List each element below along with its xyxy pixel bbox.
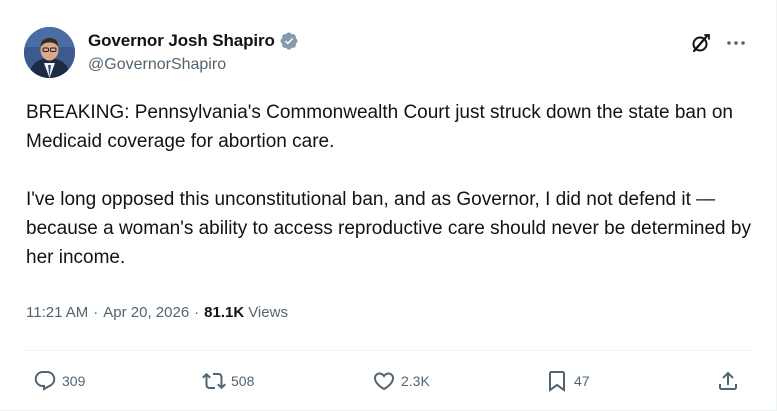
tweet-time[interactable]: 11:21 AM [26, 304, 88, 321]
views-label: Views [248, 304, 288, 321]
verified-badge-icon [279, 31, 299, 51]
like-button[interactable]: 2.3K [372, 368, 430, 394]
meta-separator: · [93, 304, 99, 321]
tweet-paragraph-1: BREAKING: Pennsylvania's Commonwealth Co… [26, 102, 733, 152]
like-icon [372, 369, 396, 393]
reply-button[interactable]: 309 [33, 368, 85, 394]
meta-separator: · [194, 304, 200, 321]
tweet-card: Governor Josh Shapiro @GovernorShapiro B… [0, 0, 777, 411]
repost-button[interactable]: 508 [202, 368, 254, 394]
bookmark-icon [545, 369, 569, 393]
tweet-text: BREAKING: Pennsylvania's Commonwealth Co… [26, 98, 756, 272]
repost-icon [202, 369, 226, 393]
tweet-paragraph-2: I've long opposed this unconstitutional … [26, 189, 751, 268]
author-handle[interactable]: @GovernorShapiro [88, 56, 226, 74]
avatar[interactable] [24, 27, 75, 78]
tweet-date[interactable]: Apr 20, 2026 [103, 304, 189, 321]
cropped-header-text [86, 0, 206, 2]
divider [26, 350, 754, 351]
more-icon[interactable] [725, 33, 747, 53]
like-count: 2.3K [401, 373, 430, 389]
tweet-meta: 11:21 AM · Apr 20, 2026 · 81.1K Views [26, 304, 288, 321]
author-name[interactable]: Governor Josh Shapiro [88, 31, 275, 51]
share-icon [716, 369, 740, 393]
share-button[interactable] [716, 368, 740, 394]
repost-count: 508 [231, 373, 255, 389]
bookmark-count: 47 [574, 373, 590, 389]
avatar-image [24, 27, 75, 78]
grok-icon[interactable] [690, 32, 712, 54]
author-row: Governor Josh Shapiro [88, 30, 299, 52]
views-count: 81.1K [204, 304, 245, 321]
bookmark-button[interactable]: 47 [545, 368, 590, 394]
reply-icon [33, 369, 57, 393]
reply-count: 309 [62, 373, 86, 389]
